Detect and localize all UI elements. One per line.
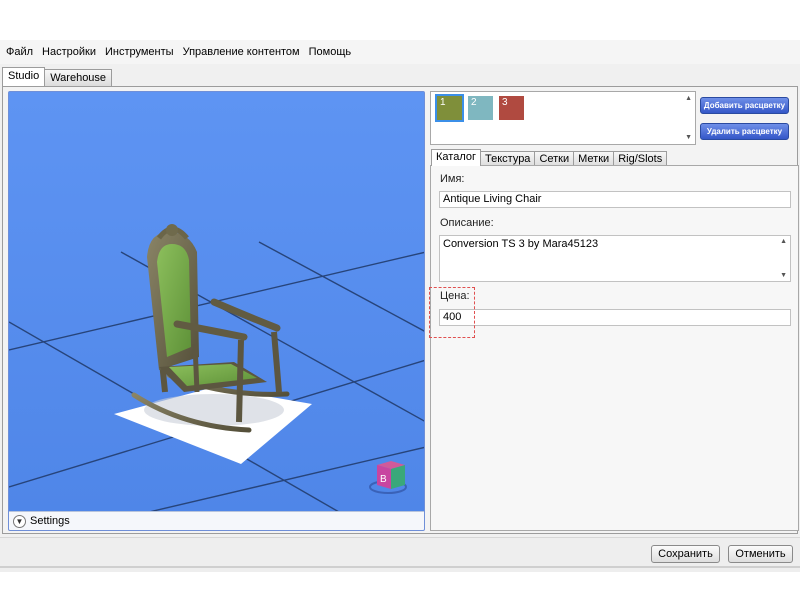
- svg-text:B: B: [380, 474, 387, 485]
- catalog-panel: Имя: Antique Living Chair Описание: Conv…: [430, 165, 799, 531]
- menu-content-management[interactable]: Управление контентом: [181, 40, 305, 64]
- menu-help[interactable]: Помощь: [307, 40, 357, 64]
- 3d-viewport[interactable]: B ▼ Settings: [8, 91, 425, 531]
- cancel-button[interactable]: Отменить: [728, 545, 793, 563]
- description-scrollbar[interactable]: ▲ ▼: [777, 237, 789, 280]
- scroll-down-icon[interactable]: ▼: [780, 272, 787, 279]
- description-field[interactable]: Conversion TS 3 by Mara45123 ▲ ▼: [439, 235, 791, 282]
- swatch-list[interactable]: 1 2 3 ▲ ▼: [430, 91, 696, 145]
- studio-panel: B ▼ Settings 1 2 3 ▲ ▼ Добавить расцветк…: [2, 86, 799, 534]
- tab-meshes[interactable]: Сетки: [534, 151, 575, 166]
- tab-catalog[interactable]: Каталог: [431, 149, 481, 166]
- add-swatch-button[interactable]: Добавить расцветку: [700, 97, 789, 114]
- menu-settings[interactable]: Настройки: [40, 40, 101, 64]
- description-label: Описание:: [440, 217, 494, 229]
- remove-swatch-button[interactable]: Удалить расцветку: [700, 123, 789, 140]
- tab-rig-slots[interactable]: Rig/Slots: [613, 151, 668, 166]
- swatch-1[interactable]: 1: [435, 94, 464, 122]
- tab-studio[interactable]: Studio: [2, 67, 46, 86]
- save-button[interactable]: Сохранить: [651, 545, 720, 563]
- scroll-up-icon[interactable]: ▲: [685, 95, 692, 102]
- swatch-2[interactable]: 2: [468, 96, 493, 120]
- menu-file[interactable]: Файл: [4, 40, 38, 64]
- properties-tab-strip: Каталог Текстура Сетки Метки Rig/Slots: [431, 149, 668, 166]
- app-window: Файл Настройки Инструменты Управление ко…: [0, 40, 800, 572]
- price-field[interactable]: 400: [439, 309, 791, 326]
- window-bottom-edge: [0, 566, 800, 568]
- settings-label: Settings: [30, 515, 70, 527]
- viewport-scene: B: [9, 92, 424, 512]
- scroll-down-icon[interactable]: ▼: [685, 134, 692, 141]
- chevron-down-icon[interactable]: ▼: [13, 514, 26, 528]
- tab-warehouse[interactable]: Warehouse: [44, 69, 113, 86]
- swatch-3[interactable]: 3: [499, 96, 524, 120]
- name-field[interactable]: Antique Living Chair: [439, 191, 791, 208]
- menu-bar: Файл Настройки Инструменты Управление ко…: [0, 40, 800, 64]
- swatch-number: 3: [502, 97, 508, 108]
- menu-tools[interactable]: Инструменты: [103, 40, 179, 64]
- tab-tags[interactable]: Метки: [573, 151, 615, 166]
- scroll-up-icon[interactable]: ▲: [780, 238, 787, 245]
- swatch-number: 1: [440, 97, 446, 108]
- price-highlight-marker: [429, 287, 475, 338]
- settings-bar[interactable]: ▼ Settings: [9, 511, 424, 530]
- swatch-scrollbar[interactable]: ▲ ▼: [681, 92, 695, 144]
- swatch-number: 2: [471, 97, 477, 108]
- name-label: Имя:: [440, 173, 465, 185]
- top-tab-strip: Studio Warehouse: [2, 67, 113, 86]
- description-text: Conversion TS 3 by Mara45123: [443, 238, 599, 250]
- tab-texture[interactable]: Текстура: [480, 151, 536, 166]
